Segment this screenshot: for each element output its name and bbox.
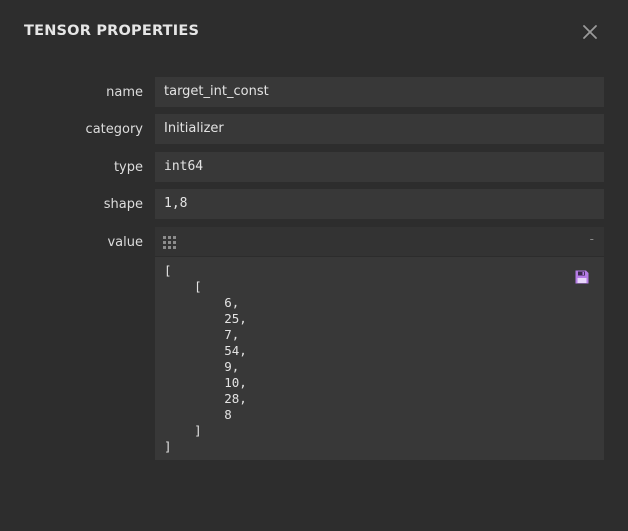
- save-icon[interactable]: [574, 269, 590, 285]
- category-label: category: [85, 122, 143, 137]
- name-label: name: [106, 85, 143, 100]
- dialog-title: TENSOR PROPERTIES: [24, 23, 200, 39]
- value-panel-header: -: [155, 227, 604, 257]
- collapse-button[interactable]: -: [590, 232, 594, 246]
- close-icon[interactable]: [578, 20, 602, 44]
- tensor-properties-dialog: TENSOR PROPERTIES name target_int_const …: [0, 0, 628, 531]
- type-field: int64: [155, 152, 604, 182]
- grip-icon[interactable]: [163, 235, 177, 249]
- value-panel: - [ [ 6, 25, 7, 54, 9, 10, 28, 8 ] ]: [155, 227, 604, 460]
- value-label: value: [107, 235, 143, 250]
- category-field: Initializer: [155, 114, 604, 144]
- value-text: [ [ 6, 25, 7, 54, 9, 10, 28, 8 ] ]: [164, 263, 247, 454]
- shape-field: 1,8: [155, 189, 604, 219]
- type-label: type: [113, 160, 143, 175]
- name-field: target_int_const: [155, 77, 604, 107]
- shape-label: shape: [103, 197, 143, 212]
